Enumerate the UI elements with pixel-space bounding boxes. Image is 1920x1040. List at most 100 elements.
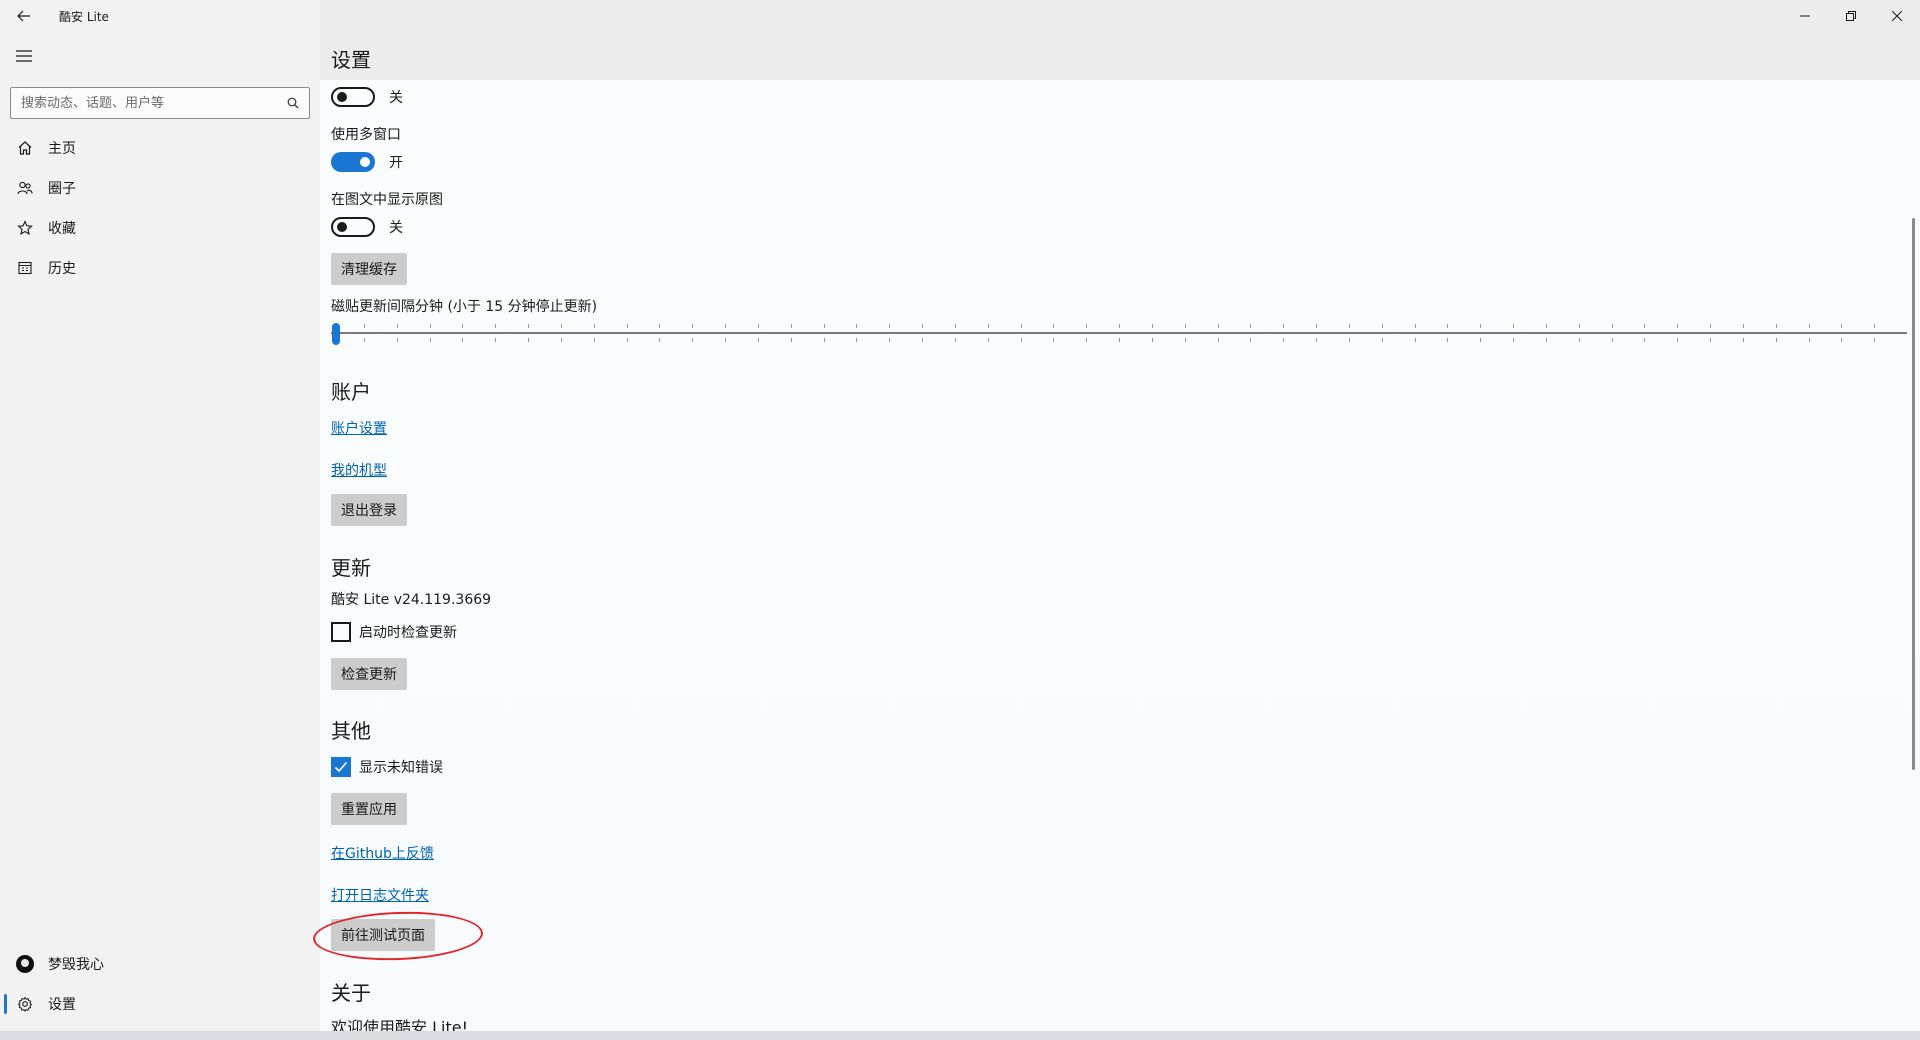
slider-tick xyxy=(758,338,759,342)
slider-tick xyxy=(1546,324,1547,328)
slider-tick xyxy=(528,338,529,342)
other-section-title: 其他 xyxy=(331,719,371,743)
slider-tick xyxy=(1053,324,1054,328)
slider-tick xyxy=(1119,324,1120,328)
multi-window-label: 使用多窗口 xyxy=(331,127,401,143)
restore-icon xyxy=(1846,11,1856,21)
toggle-row-top: 关 xyxy=(331,87,403,107)
slider-tick xyxy=(824,324,825,328)
menu-button[interactable] xyxy=(8,40,40,72)
sidebar-item-history[interactable]: 历史 xyxy=(0,248,320,288)
slider-tick xyxy=(462,324,463,328)
slider-tick xyxy=(988,324,989,328)
toggle-row-multi-window: 开 xyxy=(331,152,403,172)
version-text: 酷安 Lite v24.119.3669 xyxy=(331,592,492,608)
sidebar-item-circles[interactable]: 圈子 xyxy=(0,168,320,208)
slider-tick xyxy=(922,324,923,328)
sidebar-item-label: 圈子 xyxy=(48,181,76,197)
slider-tick xyxy=(561,338,562,342)
avatar xyxy=(16,955,34,973)
slider-tick xyxy=(1053,338,1054,342)
slider-tick xyxy=(627,338,628,342)
show-original-toggle[interactable] xyxy=(331,217,375,237)
slider-tick xyxy=(1349,324,1350,328)
check-on-start-label: 启动时检查更新 xyxy=(359,625,457,641)
restore-button[interactable] xyxy=(1828,0,1874,32)
multi-window-toggle[interactable] xyxy=(331,152,375,172)
show-unknown-errors-checkbox[interactable] xyxy=(331,757,351,777)
slider-tick xyxy=(1644,324,1645,328)
sidebar-item-home[interactable]: 主页 xyxy=(0,128,320,168)
slider-tick xyxy=(1218,324,1219,328)
slider-tick xyxy=(1185,338,1186,342)
slider-tick xyxy=(1710,338,1711,342)
slider-tick xyxy=(955,324,956,328)
sidebar-item-favorites[interactable]: 收藏 xyxy=(0,208,320,248)
slider-tick xyxy=(495,324,496,328)
slider-tick xyxy=(1316,324,1317,328)
slider-thumb[interactable] xyxy=(332,323,340,345)
slider-tick xyxy=(725,338,726,342)
search-box xyxy=(10,87,310,119)
check-on-start-checkbox[interactable] xyxy=(331,622,351,642)
reset-app-button[interactable]: 重置应用 xyxy=(331,793,407,825)
minimize-icon xyxy=(1800,15,1810,17)
toggle-state-text: 关 xyxy=(389,220,403,236)
settings-page: 设置 关 使用多窗口 开 在图文中显示原图 关 清理缓存 磁贴更新间隔分钟 (小… xyxy=(320,0,1920,1031)
sidebar-item-account[interactable]: 梦毁我心 xyxy=(0,944,320,984)
home-icon xyxy=(16,139,34,157)
account-settings-link[interactable]: 账户设置 xyxy=(331,418,387,438)
slider-tick xyxy=(988,338,989,342)
search-input[interactable] xyxy=(11,88,277,118)
slider-tick xyxy=(889,338,890,342)
check-on-start-row[interactable]: 启动时检查更新 xyxy=(331,622,457,642)
slider-tick xyxy=(627,324,628,328)
slider-tick xyxy=(1480,338,1481,342)
slider-tick xyxy=(955,338,956,342)
taskbar-edge xyxy=(0,1031,1920,1040)
slider-tick xyxy=(1809,338,1810,342)
logout-button[interactable]: 退出登录 xyxy=(331,494,407,526)
top-toggle-switch[interactable] xyxy=(331,87,375,107)
slider-tick xyxy=(430,324,431,328)
slider-tick xyxy=(1480,324,1481,328)
slider-tick xyxy=(1382,324,1383,328)
slider-tick xyxy=(1447,338,1448,342)
slider-tick xyxy=(1776,338,1777,342)
slider-tick xyxy=(561,324,562,328)
toggle-state-text: 开 xyxy=(389,155,403,171)
slider-tick xyxy=(495,338,496,342)
slider-tick xyxy=(462,338,463,342)
sidebar-item-settings[interactable]: 设置 xyxy=(0,984,320,1024)
show-unknown-errors-row[interactable]: 显示未知错误 xyxy=(331,757,443,777)
tile-interval-label: 磁贴更新间隔分钟 (小于 15 分钟停止更新) xyxy=(331,299,598,315)
close-button[interactable] xyxy=(1874,0,1920,32)
toggle-row-show-original: 关 xyxy=(331,217,403,237)
back-button[interactable] xyxy=(0,0,48,32)
github-feedback-link[interactable]: 在Github上反馈 xyxy=(331,843,434,863)
slider-tick xyxy=(692,338,693,342)
search-icon[interactable] xyxy=(277,88,309,118)
show-unknown-errors-label: 显示未知错误 xyxy=(359,760,443,776)
slider-tick xyxy=(1644,338,1645,342)
my-device-link[interactable]: 我的机型 xyxy=(331,460,387,480)
slider-tick xyxy=(430,338,431,342)
minimize-button[interactable] xyxy=(1782,0,1828,32)
slider-tick xyxy=(1677,324,1678,328)
checkmark-icon xyxy=(334,761,348,773)
slider-tick xyxy=(528,324,529,328)
slider-tick xyxy=(397,338,398,342)
slider-tick xyxy=(1841,324,1842,328)
slider-tick xyxy=(1415,338,1416,342)
slider-tick xyxy=(1283,324,1284,328)
close-icon xyxy=(1892,11,1902,21)
tile-interval-slider[interactable] xyxy=(331,322,1907,345)
vertical-scrollbar[interactable] xyxy=(1912,218,1915,770)
check-update-button[interactable]: 检查更新 xyxy=(331,658,407,690)
slider-tick xyxy=(889,324,890,328)
nav-bottom-list: 梦毁我心 设置 xyxy=(0,944,320,1024)
open-log-folder-link[interactable]: 打开日志文件夹 xyxy=(331,885,429,905)
slider-tick xyxy=(1579,324,1580,328)
clear-cache-button[interactable]: 清理缓存 xyxy=(331,253,407,285)
slider-tick xyxy=(791,338,792,342)
